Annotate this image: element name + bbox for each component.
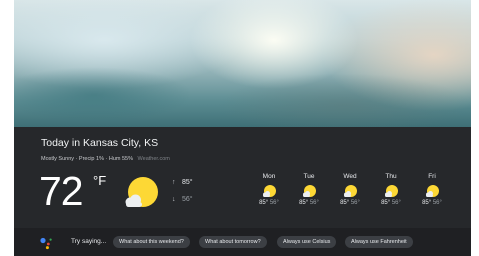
forecast-day[interactable]: Wed 85° 56° bbox=[335, 173, 365, 206]
forecast-day[interactable]: Mon 85° 56° bbox=[254, 173, 284, 206]
partly-sunny-icon bbox=[303, 185, 316, 197]
partly-sunny-icon bbox=[385, 185, 398, 197]
conditions-summary: Mostly Sunny · Precip 1% · Hum 55% bbox=[41, 156, 134, 162]
partly-sunny-icon bbox=[263, 185, 276, 197]
forecast-day-name: Thu bbox=[385, 173, 397, 180]
forecast-temps: 85° 56° bbox=[381, 200, 401, 206]
today-high: ↑ 85° bbox=[172, 179, 193, 186]
partly-sunny-icon bbox=[125, 177, 158, 207]
weather-panel: Today in Kansas City, KS Mostly Sunny · … bbox=[14, 127, 471, 228]
forecast-day[interactable]: Thu 85° 56° bbox=[376, 173, 406, 206]
forecast-temps: 85° 56° bbox=[340, 200, 360, 206]
today-low: ↓ 56° bbox=[172, 196, 193, 203]
forecast-day[interactable]: Fri 85° 56° bbox=[417, 173, 447, 206]
assistant-suggestion-bar: Try saying... What about this weekend? W… bbox=[14, 228, 471, 256]
suggestion-chip-fahrenheit[interactable]: Always use Fahrenheit bbox=[345, 236, 413, 248]
forecast-temps: 85° 56° bbox=[299, 200, 319, 206]
forecast-day-name: Mon bbox=[262, 173, 276, 180]
arrow-down-icon: ↓ bbox=[172, 196, 176, 203]
forecast-day-name: Wed bbox=[343, 173, 357, 180]
arrow-up-icon: ↑ bbox=[172, 179, 176, 186]
forecast-day[interactable]: Tue 85° 56° bbox=[294, 173, 324, 206]
current-temperature: 72 bbox=[39, 168, 84, 214]
weather-background-image bbox=[14, 0, 471, 127]
suggestion-chip-weekend[interactable]: What about this weekend? bbox=[113, 236, 190, 248]
partly-sunny-icon bbox=[426, 185, 439, 197]
suggestion-chip-celsius[interactable]: Always use Celsius bbox=[277, 236, 337, 248]
weather-details: Mostly Sunny · Precip 1% · Hum 55% Weath… bbox=[41, 156, 170, 162]
weather-card: Today in Kansas City, KS Mostly Sunny · … bbox=[14, 0, 471, 256]
partly-sunny-icon bbox=[344, 185, 357, 197]
temperature-unit: °F bbox=[93, 173, 107, 188]
google-assistant-icon[interactable] bbox=[39, 236, 53, 250]
forecast-temps: 85° 56° bbox=[422, 200, 442, 206]
suggestion-chip-tomorrow[interactable]: What about tomorrow? bbox=[199, 236, 267, 248]
forecast-temps: 85° 56° bbox=[259, 200, 279, 206]
forecast-day-name: Fri bbox=[428, 173, 436, 180]
forecast-day-name: Tue bbox=[303, 173, 315, 180]
location-title: Today in Kansas City, KS bbox=[41, 137, 159, 149]
try-saying-label: Try saying... bbox=[71, 238, 107, 245]
source-attribution: Weather.com bbox=[137, 156, 170, 162]
